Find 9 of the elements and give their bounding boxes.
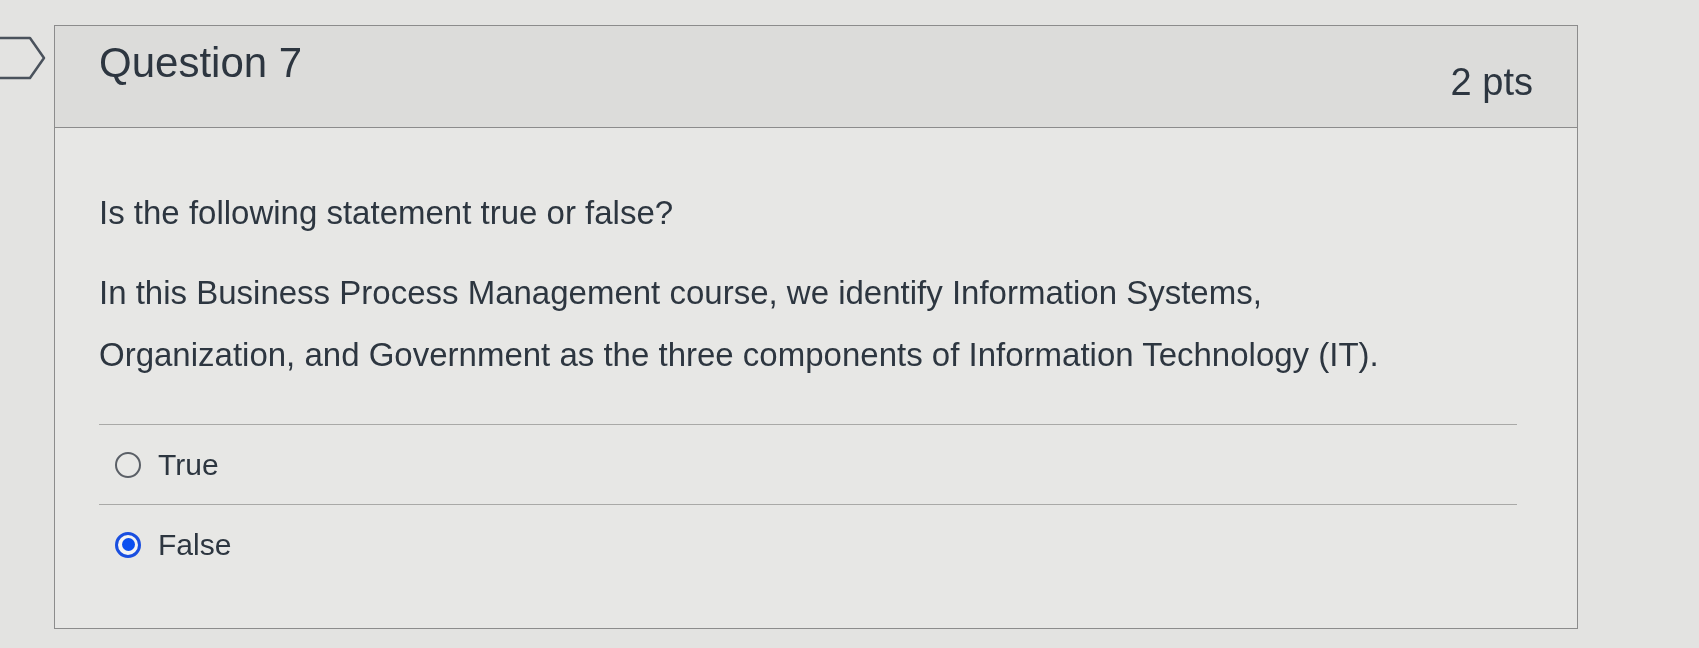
- answer-label[interactable]: False: [158, 524, 232, 565]
- radio-button[interactable]: [115, 531, 141, 558]
- answer-label[interactable]: True: [158, 444, 219, 485]
- flag-outline-icon[interactable]: [0, 36, 46, 80]
- question-statement: In this Business Process Management course, we identify Information Systems, Organization, and Government as the three components of Information Technology (IT).: [99, 273, 1380, 375]
- question-title: Question 7: [99, 38, 303, 88]
- radio-button[interactable]: [115, 451, 141, 478]
- points-label: 2 pts: [1450, 60, 1533, 105]
- question-prompt: Is the following statement true or false?: [99, 193, 674, 233]
